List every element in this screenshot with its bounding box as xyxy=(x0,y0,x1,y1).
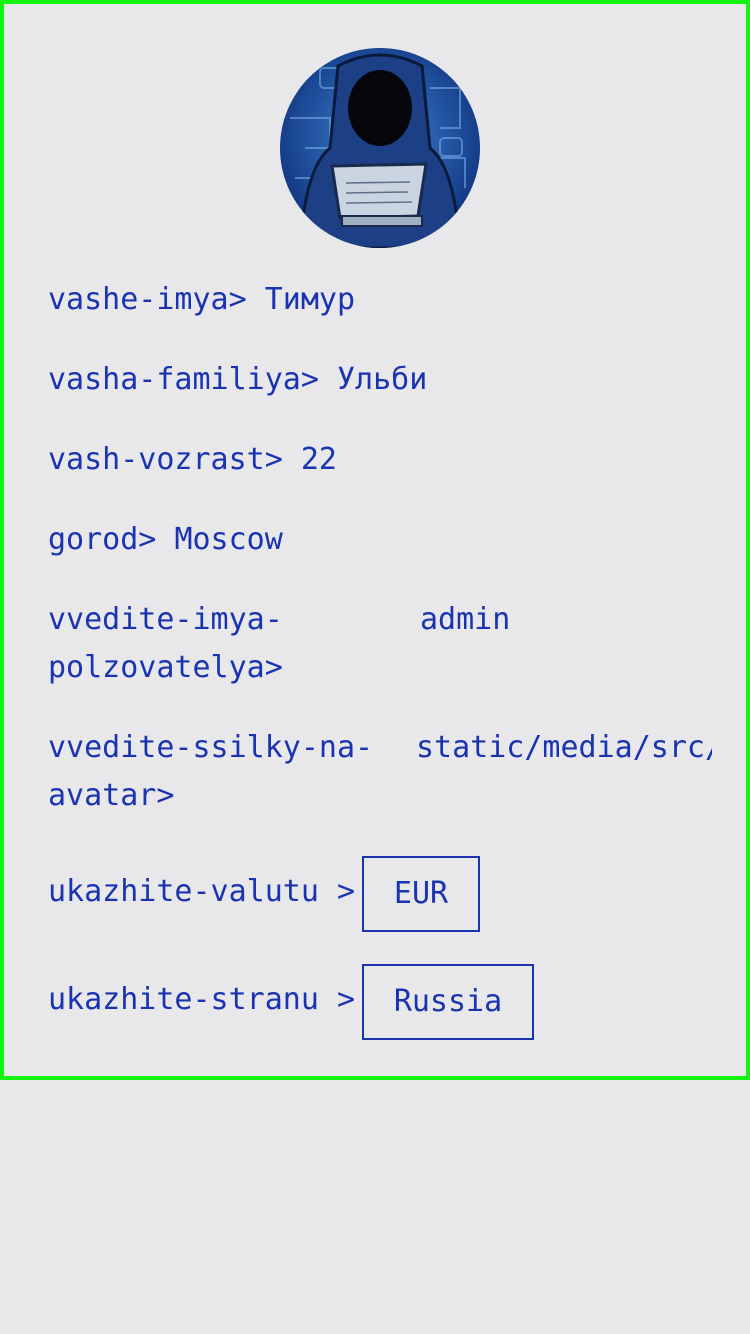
first-name-label: vashe-imya> xyxy=(48,282,247,317)
username-label-line1: vvedite-imya- xyxy=(48,602,283,637)
currency-label: ukazhite-valutu > xyxy=(48,874,356,909)
avatar-link-label: vvedite-ssilky-na- avatar> xyxy=(48,724,373,820)
avatar-link-value: static/media/src/avatar.jpg xyxy=(416,730,712,765)
username-label-line2: polzovatelya> xyxy=(48,650,283,685)
country-label: ukazhite-stranu > xyxy=(48,982,356,1017)
username-label: vvedite-imya- polzovatelya> xyxy=(48,596,283,692)
city-value: Moscow xyxy=(174,522,283,557)
country-select[interactable]: Russia xyxy=(362,964,534,1040)
avatar xyxy=(280,48,480,248)
last-name-row: vasha-familiya> Ульби xyxy=(48,356,427,404)
profile-card: vashe-imya> Тимур vasha-familiya> Ульби … xyxy=(0,0,750,1080)
username-value: admin xyxy=(420,602,511,637)
currency-select[interactable]: EUR xyxy=(362,856,480,932)
avatar-link-label-line1: vvedite-ssilky-na- xyxy=(48,730,374,765)
city-label: gorod> xyxy=(48,522,157,557)
first-name-row: vashe-imya> Тимур xyxy=(48,276,355,324)
last-name-value: Ульби xyxy=(337,362,428,397)
avatar-link-label-line2: avatar> xyxy=(48,778,175,813)
age-label: vash-vozrast> xyxy=(48,442,283,477)
first-name-value: Тимур xyxy=(264,282,356,317)
last-name-label: vasha-familiya> xyxy=(48,362,319,397)
age-row: vash-vozrast> 22 xyxy=(48,436,337,484)
hacker-avatar-icon xyxy=(280,48,480,248)
city-row: gorod> Moscow xyxy=(48,516,283,564)
age-value: 22 xyxy=(300,442,337,477)
